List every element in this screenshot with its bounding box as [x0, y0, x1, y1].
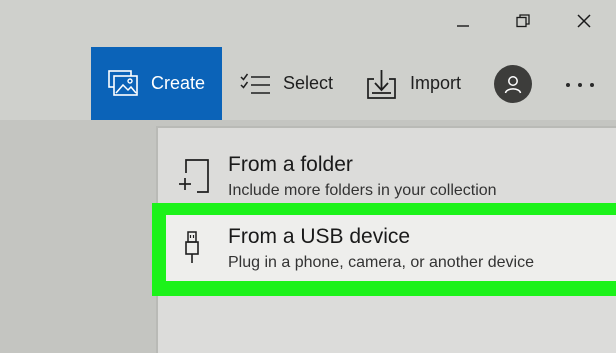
close-icon: [577, 14, 591, 28]
minimize-icon: [457, 25, 469, 27]
menu-item-subtitle: Include more folders in your collection: [228, 182, 497, 199]
minimize-button[interactable]: [448, 8, 478, 34]
select-button[interactable]: Select: [240, 47, 333, 120]
user-icon: [504, 76, 522, 94]
create-label: Create: [151, 73, 206, 93]
menu-item-from-folder[interactable]: From a folder Include more folders in yo…: [156, 140, 616, 204]
more-options-button[interactable]: [558, 70, 602, 100]
menu-item-subtitle: Plug in a phone, camera, or another devi…: [228, 254, 534, 271]
menu-item-from-usb-device[interactable]: From a USB device Plug in a phone, camer…: [166, 215, 616, 281]
more-dot: [590, 83, 594, 87]
close-button[interactable]: [569, 8, 599, 34]
add-folder-icon: [178, 158, 212, 203]
menu-item-title: From a folder: [228, 153, 353, 176]
restore-button[interactable]: [508, 8, 538, 34]
create-button[interactable]: Create: [91, 47, 222, 120]
app-window: Create Select Import From a folder Inclu…: [0, 0, 616, 353]
more-dot: [566, 83, 570, 87]
usb-icon: [184, 230, 200, 269]
menu-item-text: From a USB device Plug in a phone, camer…: [228, 224, 534, 274]
account-avatar[interactable]: [494, 65, 532, 103]
select-checklist-icon: [240, 73, 270, 94]
menu-item-title: From a USB device: [228, 225, 411, 248]
menu-item-text: From a folder Include more folders in yo…: [228, 152, 497, 202]
import-label: Import: [410, 73, 462, 93]
import-icon: [367, 69, 396, 99]
restore-icon: [516, 14, 530, 28]
create-icon: [108, 70, 138, 96]
select-label: Select: [283, 73, 334, 93]
more-dot: [578, 83, 582, 87]
import-button[interactable]: Import: [366, 47, 461, 120]
